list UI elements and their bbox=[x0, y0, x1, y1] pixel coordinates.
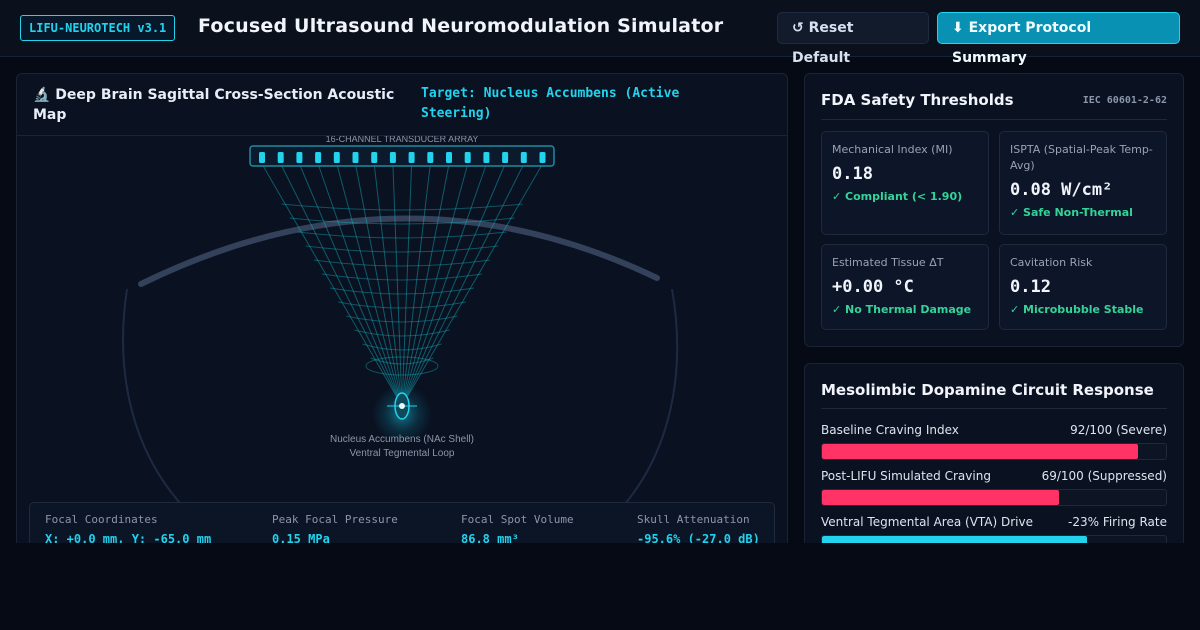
wavefront-ring bbox=[362, 343, 442, 351]
fda-safety-panel: FDA Safety Thresholds IEC 60601-2-62 Mec… bbox=[804, 73, 1184, 347]
transducer-element bbox=[296, 152, 303, 163]
wavefront-ring bbox=[365, 356, 439, 376]
focus-label-primary: Nucleus Accumbens (NAc Shell) bbox=[330, 434, 474, 445]
array-label: 16-CHANNEL TRANSDUCER ARRAY bbox=[326, 136, 479, 144]
beam-line bbox=[401, 163, 487, 407]
safety-panel-title: FDA Safety Thresholds bbox=[821, 91, 1014, 109]
reset-default-button[interactable]: ↺ Reset Default bbox=[777, 12, 929, 66]
bar-fill bbox=[822, 490, 1060, 505]
wavefront-ring bbox=[354, 329, 450, 337]
circuit-response-panel: Mesolimbic Dopamine Circuit Response Bas… bbox=[804, 363, 1184, 563]
metric-card-ispta: ISPTA (Spatial-Peak Temp-Avg) 0.08 W/cm²… bbox=[999, 131, 1167, 235]
transducer-element bbox=[520, 152, 527, 163]
transducer-element bbox=[539, 152, 546, 163]
beam-line bbox=[280, 163, 403, 407]
beam-line bbox=[261, 163, 403, 407]
beam-line bbox=[298, 163, 403, 407]
beam-line bbox=[401, 163, 543, 407]
status-ok: ✓ No Thermal Damage bbox=[832, 303, 972, 316]
bar-track bbox=[821, 443, 1167, 460]
app-header: LIFU-NEUROTECH v3.1 Focused Ultrasound N… bbox=[0, 0, 1200, 66]
export-protocol-button[interactable]: ⬇ Export Protocol Summary bbox=[937, 12, 1180, 66]
wavefront-rings bbox=[281, 203, 523, 376]
beam-line bbox=[317, 163, 403, 407]
acoustic-map-panel: 🔬 Deep Brain Sagittal Cross-Section Acou… bbox=[16, 73, 788, 553]
transducer-element bbox=[446, 152, 452, 163]
status-ok: ✓ Microbubble Stable bbox=[1010, 303, 1144, 316]
transducer-element bbox=[408, 152, 415, 163]
stat-focal-volume: Focal Spot Volume 86.8 mm³ bbox=[461, 513, 574, 546]
transducer-element bbox=[502, 152, 509, 163]
metric-card-cavitation: Cavitation Risk 0.12 ✓ Microbubble Stabl… bbox=[999, 244, 1167, 330]
sagittal-acoustic-map[interactable]: 16-CHANNEL TRANSDUCER ARRAY Nucleus Accu… bbox=[17, 136, 787, 553]
status-ok: ✓ Compliant (< 1.90) bbox=[832, 190, 963, 203]
transducer-element bbox=[277, 152, 284, 163]
wavefront-ring bbox=[338, 301, 466, 309]
beam-line bbox=[401, 163, 506, 407]
divider bbox=[821, 408, 1167, 409]
map-panel-header: 🔬 Deep Brain Sagittal Cross-Section Acou… bbox=[17, 74, 787, 136]
transducer-element bbox=[371, 152, 378, 163]
bar-post-lifu-craving: Post-LIFU Simulated Craving 69/100 (Supp… bbox=[821, 469, 1167, 506]
skull-arc bbox=[138, 215, 660, 287]
transducer-element bbox=[352, 152, 359, 163]
status-ok: ✓ Safe Non-Thermal bbox=[1010, 206, 1133, 219]
bar-fill bbox=[822, 444, 1139, 459]
transducer-element bbox=[427, 152, 434, 163]
app-title: Focused Ultrasound Neuromodulation Simul… bbox=[198, 15, 724, 37]
beam-line bbox=[401, 163, 525, 407]
transducer-element bbox=[389, 152, 396, 163]
wavefront-ring bbox=[346, 315, 458, 323]
transducer-element bbox=[464, 152, 471, 163]
map-title: 🔬 Deep Brain Sagittal Cross-Section Acou… bbox=[33, 87, 395, 123]
focal-center bbox=[399, 403, 405, 409]
metric-card-mi: Mechanical Index (MI) 0.18 ✓ Compliant (… bbox=[821, 131, 989, 235]
transducer-element bbox=[333, 152, 340, 163]
transducer-element bbox=[483, 152, 490, 163]
version-badge: LIFU-NEUROTECH v3.1 bbox=[20, 15, 176, 41]
beam-line bbox=[401, 163, 450, 407]
transducer-element bbox=[315, 152, 322, 163]
stat-focal-coordinates: Focal Coordinates X: +0.0 mm, Y: -65.0 m… bbox=[45, 513, 212, 546]
iec-standard-label: IEC 60601-2-62 bbox=[1082, 95, 1167, 106]
beam-line bbox=[401, 163, 431, 407]
stat-peak-pressure: Peak Focal Pressure 0.15 MPa bbox=[272, 513, 398, 546]
acoustic-beam-lines bbox=[261, 163, 543, 407]
divider bbox=[821, 119, 1167, 120]
metric-card-tissue-dt: Estimated Tissue ΔT +0.00 °C ✓ No Therma… bbox=[821, 244, 989, 330]
beam-line bbox=[401, 163, 413, 407]
transducer-element bbox=[259, 152, 265, 163]
stat-skull-attenuation: Skull Attenuation -95.6% (-27.0 dB) bbox=[637, 513, 760, 546]
circuit-panel-title: Mesolimbic Dopamine Circuit Response bbox=[821, 381, 1154, 399]
bar-baseline-craving: Baseline Craving Index 92/100 (Severe) bbox=[821, 423, 1167, 460]
page-bottom bbox=[0, 543, 1200, 630]
target-label: Target: Nucleus Accumbens (Active Steeri… bbox=[421, 86, 680, 121]
bar-track bbox=[821, 489, 1167, 506]
focus-label-secondary: Ventral Tegmental Loop bbox=[350, 448, 455, 459]
transducer-array bbox=[249, 145, 555, 167]
